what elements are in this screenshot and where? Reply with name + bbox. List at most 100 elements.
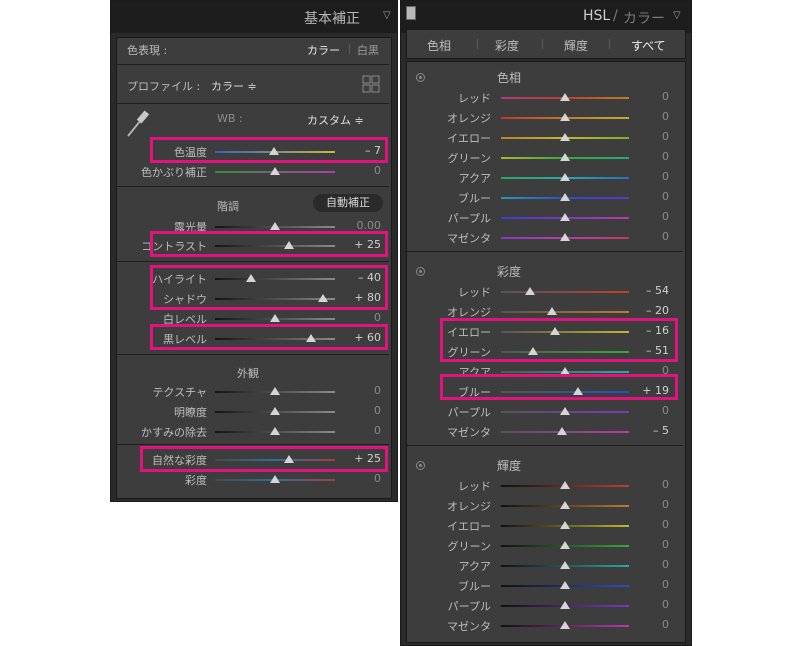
tab-all[interactable]: すべて	[631, 37, 666, 54]
slider-thumb[interactable]	[560, 581, 570, 589]
tab-saturation[interactable]: 彩度	[495, 37, 519, 54]
color-title[interactable]: カラー	[623, 8, 665, 28]
slider-value[interactable]: – 20	[629, 304, 669, 317]
slider-thumb[interactable]	[560, 133, 570, 141]
tab-luminance[interactable]: 輝度	[564, 37, 588, 54]
slider-value[interactable]: 0	[629, 518, 669, 531]
basic-panel-header[interactable]: 基本補正 ▽	[111, 1, 397, 33]
slider-label: グリーン	[447, 540, 491, 553]
slider-value[interactable]: 0	[629, 478, 669, 491]
slider-thumb[interactable]	[560, 621, 570, 629]
panel-switch-icon[interactable]	[406, 6, 416, 20]
slider-value[interactable]: 0	[629, 578, 669, 591]
divider	[407, 445, 683, 446]
slider-value[interactable]: – 54	[629, 284, 669, 297]
auto-tone-button[interactable]: 自動補正	[313, 194, 383, 212]
slider-thumb[interactable]	[270, 222, 280, 230]
slider-value[interactable]: 0	[629, 538, 669, 551]
slider-thumb[interactable]	[560, 113, 570, 121]
divider	[117, 261, 389, 262]
slider-track[interactable]	[501, 311, 629, 313]
slider-value[interactable]: 0	[629, 598, 669, 611]
slider-value[interactable]: 0	[341, 311, 381, 324]
profile-select[interactable]: カラー ≑	[211, 78, 257, 94]
highlight-box	[150, 137, 388, 163]
divider	[117, 103, 389, 104]
slider-thumb[interactable]	[560, 173, 570, 181]
eyedropper-icon[interactable]	[125, 108, 151, 138]
divider	[117, 64, 389, 65]
slider-thumb[interactable]	[560, 213, 570, 221]
slider-thumb[interactable]	[560, 521, 570, 529]
slider-thumb[interactable]	[560, 481, 570, 489]
slider-value[interactable]: 0	[629, 170, 669, 183]
slider-value[interactable]: 0	[629, 558, 669, 571]
slider-value[interactable]: 0	[341, 164, 381, 177]
slider-value[interactable]: 0	[629, 404, 669, 417]
slider-value[interactable]: 0	[629, 90, 669, 103]
slider-label: かすみの除去	[141, 426, 207, 439]
slider-thumb[interactable]	[270, 314, 280, 322]
highlight-box	[150, 265, 388, 310]
slider-label: パープル	[447, 406, 491, 419]
slider-value[interactable]: 0	[341, 472, 381, 485]
slider-thumb[interactable]	[560, 407, 570, 415]
treatment-color-option[interactable]: カラー	[307, 42, 340, 58]
slider-value[interactable]: 0	[629, 150, 669, 163]
group-title: 彩度	[497, 265, 522, 279]
wb-select[interactable]: カスタム ≑	[307, 112, 364, 128]
slider-thumb[interactable]	[525, 287, 536, 295]
slider-value[interactable]: 0	[629, 110, 669, 123]
slider-value[interactable]: 0	[629, 618, 669, 631]
slider-value[interactable]: 0	[629, 130, 669, 143]
slider-thumb[interactable]	[270, 387, 280, 395]
treatment-bw-option[interactable]: 白黒	[357, 42, 379, 58]
slider-value[interactable]: 0	[341, 424, 381, 437]
slider-thumb[interactable]	[560, 193, 570, 201]
slider-label: イエロー	[447, 132, 491, 145]
highlight-box	[150, 324, 388, 350]
collapse-triangle-icon[interactable]: ▽	[673, 10, 681, 21]
slider-thumb[interactable]	[557, 427, 568, 435]
group-target-icon[interactable]	[416, 461, 425, 470]
slider-thumb[interactable]	[270, 167, 280, 175]
slider-label: アクア	[458, 560, 491, 573]
slider-track[interactable]	[501, 291, 629, 293]
tone-section-title: 階調	[217, 200, 239, 213]
slider-value[interactable]: – 5	[629, 424, 669, 437]
slider-thumb[interactable]	[560, 561, 570, 569]
group-target-icon[interactable]	[416, 267, 425, 276]
slider-thumb[interactable]	[560, 601, 570, 609]
slider-thumb[interactable]	[270, 407, 280, 415]
slider-value[interactable]: 0	[341, 384, 381, 397]
highlight-box	[440, 374, 678, 400]
slider-label: オレンジ	[447, 500, 491, 513]
presence-section-title: 外観	[237, 367, 259, 380]
slider-value[interactable]: 0	[629, 498, 669, 511]
group-target-icon[interactable]	[416, 73, 425, 82]
divider	[117, 354, 389, 355]
slider-thumb[interactable]	[560, 93, 570, 101]
hsl-title[interactable]: HSL	[583, 8, 610, 24]
group-title: 色相	[497, 71, 522, 85]
slider-value[interactable]: 0	[629, 230, 669, 243]
slider-thumb[interactable]	[547, 307, 558, 315]
slider-thumb[interactable]	[270, 427, 280, 435]
slider-thumb[interactable]	[270, 475, 280, 483]
slider-thumb[interactable]	[560, 501, 570, 509]
treatment-divider	[349, 44, 350, 54]
profile-label: プロファイル :	[127, 80, 201, 93]
collapse-triangle-icon[interactable]: ▽	[383, 10, 391, 21]
slider-label: マゼンタ	[447, 426, 491, 439]
slider-label: 色かぶり補正	[141, 166, 207, 179]
slider-thumb[interactable]	[560, 153, 570, 161]
slider-value[interactable]: 0	[629, 210, 669, 223]
slider-thumb[interactable]	[560, 233, 570, 241]
slider-value[interactable]: 0	[341, 404, 381, 417]
group-title: 輝度	[497, 459, 522, 473]
profile-browser-grid-icon[interactable]	[362, 75, 380, 93]
tab-divider	[477, 39, 478, 49]
slider-value[interactable]: 0	[629, 190, 669, 203]
slider-thumb[interactable]	[560, 541, 570, 549]
tab-hue[interactable]: 色相	[427, 37, 451, 54]
